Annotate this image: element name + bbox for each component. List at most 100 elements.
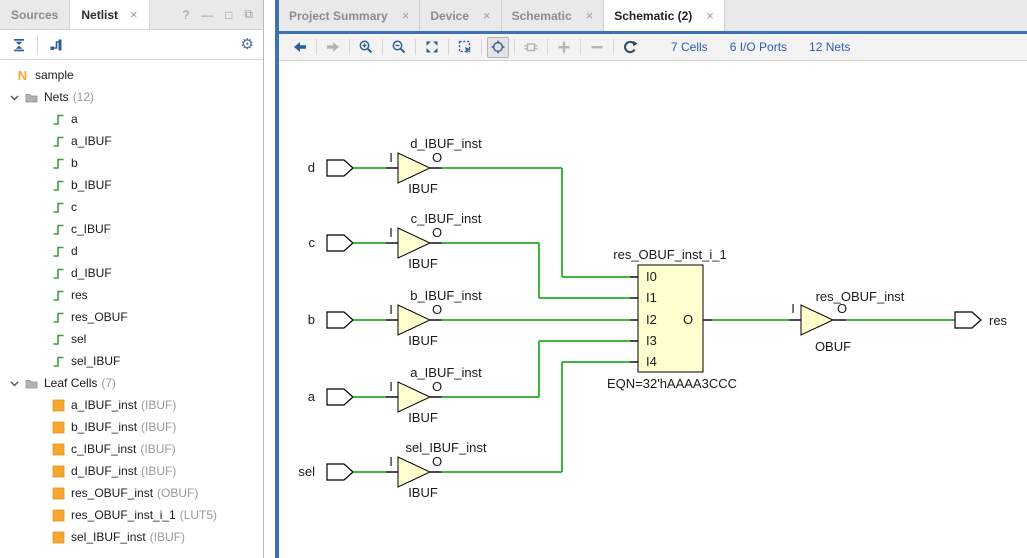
tab-netlist-label: Netlist xyxy=(81,8,118,22)
lut-input-pin-label: I1 xyxy=(646,290,657,305)
close-icon[interactable]: × xyxy=(402,8,410,23)
nets-count-link[interactable]: 12 Nets xyxy=(809,40,850,54)
tree-item-b[interactable]: b xyxy=(0,152,263,174)
tree-item-res_OBUF_inst_i_1[interactable]: res_OBUF_inst_i_1(LUT5) xyxy=(0,504,263,526)
expand-cone-button[interactable] xyxy=(520,37,542,58)
forward-arrow-icon xyxy=(325,39,341,55)
output-port-res[interactable] xyxy=(955,312,981,328)
back-arrow-icon xyxy=(292,39,308,55)
tab-project-summary-label: Project Summary xyxy=(289,9,388,23)
chevron-down-icon[interactable] xyxy=(8,377,21,390)
toolbar-separator xyxy=(415,39,416,55)
cells-count-link[interactable]: 7 Cells xyxy=(671,40,708,54)
cell-c_IBUF_inst[interactable] xyxy=(398,228,430,258)
tab-netlist[interactable]: Netlist × xyxy=(69,0,149,29)
buffer-input-pin-label: I xyxy=(791,301,795,316)
instance-label-b_IBUF_inst: b_IBUF_inst xyxy=(410,288,482,303)
instance-label-c_IBUF_inst: c_IBUF_inst xyxy=(411,211,482,226)
tree-item-d_IBUF[interactable]: d_IBUF xyxy=(0,262,263,284)
net-icon xyxy=(52,113,65,126)
help-icon[interactable]: ? xyxy=(182,8,189,22)
schematic-canvas[interactable]: dIOd_IBUF_instIBUFcIOc_IBUF_instIBUFbIOb… xyxy=(279,61,1027,558)
input-port-d[interactable] xyxy=(327,160,353,176)
tree-item-sel_IBUF_inst[interactable]: sel_IBUF_inst(IBUF) xyxy=(0,526,263,548)
net-icon xyxy=(52,135,65,148)
tree-root-sample[interactable]: Nsample xyxy=(0,64,263,86)
zoom-in-icon xyxy=(358,39,374,55)
zoom-in-button[interactable] xyxy=(355,37,377,58)
tree-item-label: res_OBUF xyxy=(71,310,128,324)
autofit-selection-button[interactable] xyxy=(487,37,509,58)
document-tabbar: Project Summary × Device × Schematic × S… xyxy=(279,0,1027,34)
schematic-toolbar: 7 Cells 6 I/O Ports 12 Nets xyxy=(279,34,1027,61)
close-icon[interactable]: × xyxy=(586,8,594,23)
tree-item-res_OBUF_inst[interactable]: res_OBUF_inst(OBUF) xyxy=(0,482,263,504)
tree-item-sel[interactable]: sel xyxy=(0,328,263,350)
close-icon[interactable]: × xyxy=(130,7,138,22)
cell-sel_IBUF_inst[interactable] xyxy=(398,457,430,487)
tree-item-label: b_IBUF xyxy=(71,178,112,192)
input-port-sel[interactable] xyxy=(327,464,353,480)
tree-item-d_IBUF_inst[interactable]: d_IBUF_inst(IBUF) xyxy=(0,460,263,482)
tab-sources-label: Sources xyxy=(11,8,58,22)
tree-item-label: d xyxy=(71,244,78,258)
forward-button[interactable] xyxy=(322,37,344,58)
tree-item-label: sel_IBUF_inst xyxy=(71,530,146,544)
port-label-a: a xyxy=(308,389,316,404)
add-button[interactable] xyxy=(553,37,575,58)
tab-sources[interactable]: Sources xyxy=(0,0,69,29)
tree-item-sel_IBUF[interactable]: sel_IBUF xyxy=(0,350,263,372)
tree-item-count: (LUT5) xyxy=(180,508,217,522)
netlist-toolbar: ⚙ xyxy=(0,30,263,60)
input-port-a[interactable] xyxy=(327,389,353,405)
input-port-c[interactable] xyxy=(327,235,353,251)
cell-d_IBUF_inst[interactable] xyxy=(398,153,430,183)
tree-item-count: (12) xyxy=(73,90,94,104)
tab-device[interactable]: Device × xyxy=(420,0,501,31)
chevron-down-icon[interactable] xyxy=(8,91,21,104)
collapse-all-button[interactable] xyxy=(9,34,29,56)
maximize-icon[interactable]: □ xyxy=(225,8,232,22)
tree-item-a[interactable]: a xyxy=(0,108,263,130)
back-button[interactable] xyxy=(289,37,311,58)
tree-item-a_IBUF_inst[interactable]: a_IBUF_inst(IBUF) xyxy=(0,394,263,416)
zoom-out-button[interactable] xyxy=(388,37,410,58)
tree-item-label: c_IBUF_inst xyxy=(71,442,136,456)
expand-selected-button[interactable] xyxy=(46,34,66,56)
cell-type-label: IBUF xyxy=(408,181,438,196)
regenerate-button[interactable] xyxy=(619,37,641,58)
tab-project-summary[interactable]: Project Summary × xyxy=(279,0,420,31)
lut-output-pin-label: O xyxy=(683,312,693,327)
cell-b_IBUF_inst[interactable] xyxy=(398,305,430,335)
tree-item-label: b xyxy=(71,156,78,170)
panel-splitter[interactable] xyxy=(264,0,275,558)
remove-button[interactable] xyxy=(586,37,608,58)
tree-item-res_OBUF[interactable]: res_OBUF xyxy=(0,306,263,328)
close-icon[interactable]: × xyxy=(483,8,491,23)
cell-a_IBUF_inst[interactable] xyxy=(398,382,430,412)
gear-icon[interactable]: ⚙ xyxy=(241,37,254,52)
tree-group-nets[interactable]: Nets(12) xyxy=(0,86,263,108)
tab-schematic-2[interactable]: Schematic (2) × xyxy=(604,0,725,31)
tree-item-c_IBUF[interactable]: c_IBUF xyxy=(0,218,263,240)
tree-item-c_IBUF_inst[interactable]: c_IBUF_inst(IBUF) xyxy=(0,438,263,460)
float-icon[interactable]: ⧉ xyxy=(244,7,253,22)
zoom-to-selection-button[interactable] xyxy=(454,37,476,58)
tree-item-c[interactable]: c xyxy=(0,196,263,218)
input-port-b[interactable] xyxy=(327,312,353,328)
port-label-b: b xyxy=(308,312,315,327)
tree-item-label: Leaf Cells xyxy=(44,376,97,390)
tree-item-b_IBUF[interactable]: b_IBUF xyxy=(0,174,263,196)
tab-device-label: Device xyxy=(430,9,469,23)
tree-item-b_IBUF_inst[interactable]: b_IBUF_inst(IBUF) xyxy=(0,416,263,438)
tree-group-leaf-cells[interactable]: Leaf Cells(7) xyxy=(0,372,263,394)
zoom-fit-button[interactable] xyxy=(421,37,443,58)
minimize-icon[interactable]: — xyxy=(201,8,213,22)
cell-res_OBUF_inst[interactable] xyxy=(801,305,833,335)
tab-schematic[interactable]: Schematic × xyxy=(502,0,605,31)
tree-item-d[interactable]: d xyxy=(0,240,263,262)
close-icon[interactable]: × xyxy=(706,8,714,23)
tree-item-res[interactable]: res xyxy=(0,284,263,306)
tree-item-a_IBUF[interactable]: a_IBUF xyxy=(0,130,263,152)
io-ports-count-link[interactable]: 6 I/O Ports xyxy=(730,40,787,54)
